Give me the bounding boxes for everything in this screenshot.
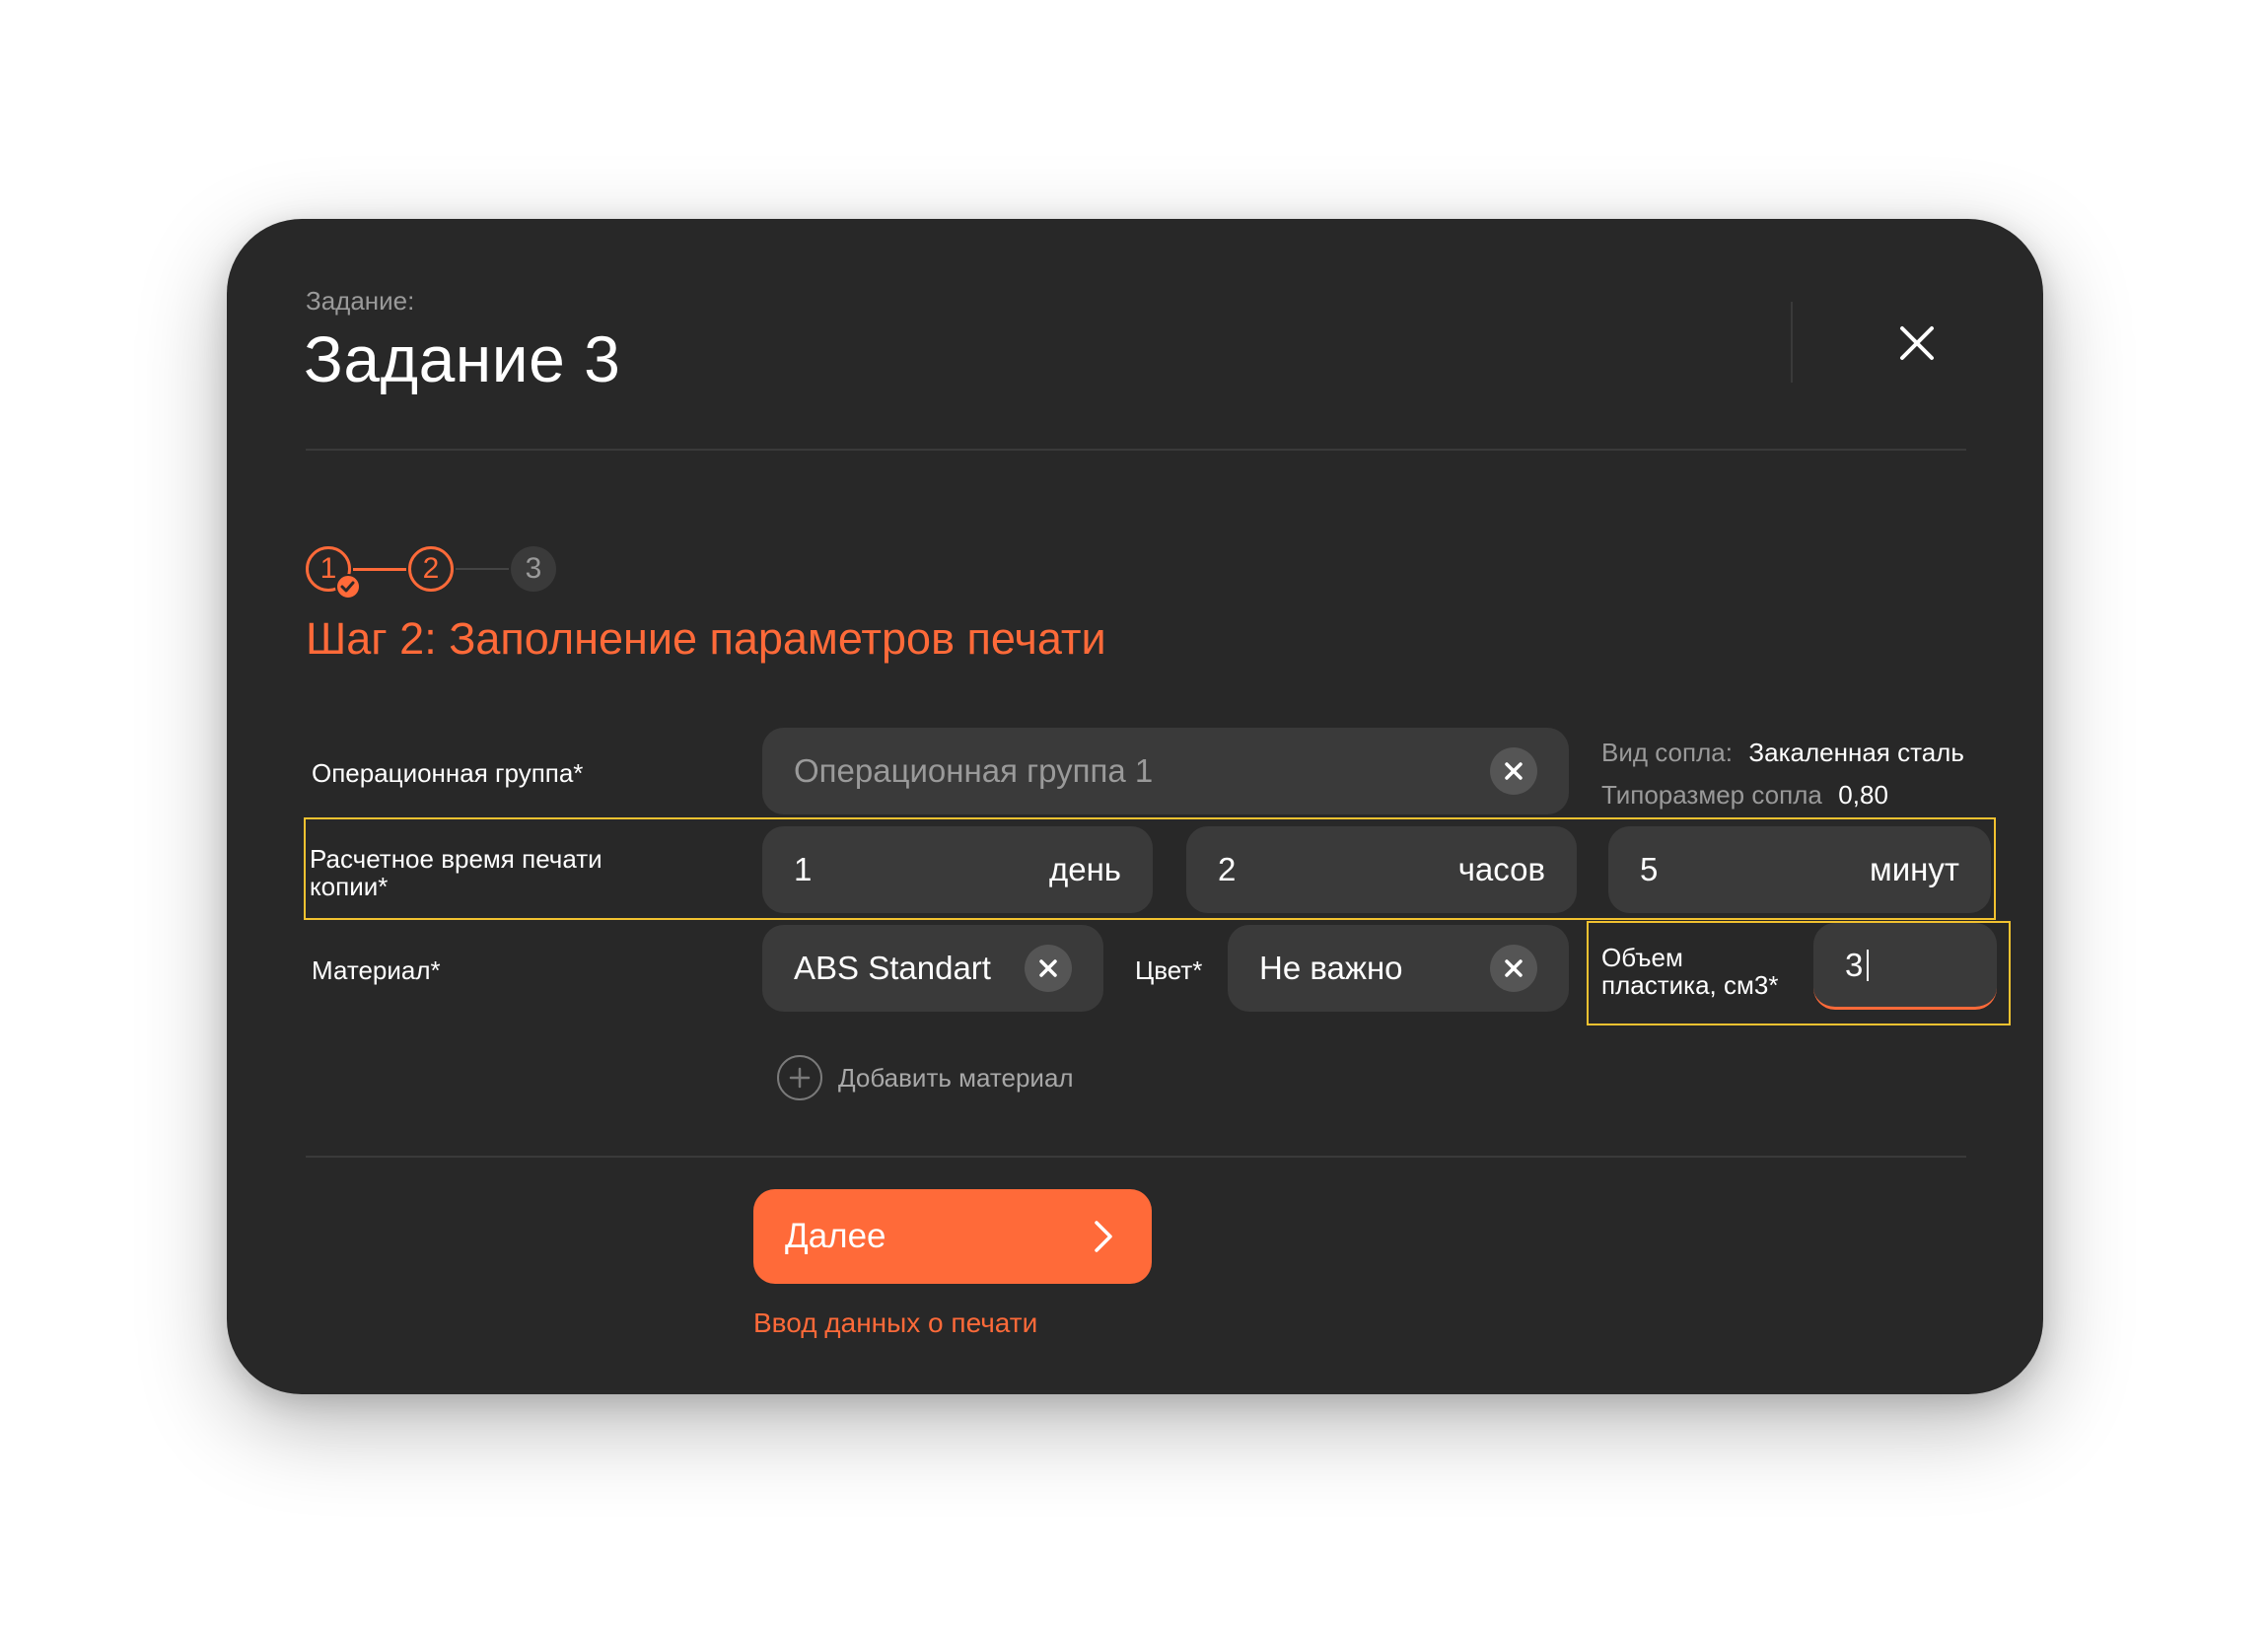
color-value: Не важно <box>1259 950 1403 986</box>
step-3-indicator[interactable]: 3 <box>511 546 556 592</box>
print-time-label: Расчетное время печати копии* <box>310 845 602 900</box>
nozzle-size-key: Типоразмер сопла <box>1601 780 1822 810</box>
color-select[interactable]: Не важно <box>1228 925 1569 1012</box>
chevron-right-icon <box>1095 1221 1112 1252</box>
print-minutes-unit: минут <box>1870 851 1959 887</box>
task-title: Задание 3 <box>304 322 621 395</box>
print-days-value: 1 <box>794 851 813 887</box>
material-select[interactable]: ABS Standart <box>762 925 1103 1012</box>
clear-icon <box>1505 762 1523 780</box>
add-material-label: Добавить материал <box>838 1062 1074 1093</box>
op-group-label: Операционная группа* <box>312 758 584 788</box>
print-days-unit: день <box>1048 851 1121 887</box>
volume-input[interactable]: 3 <box>1813 923 1997 1010</box>
add-material-button[interactable]: Добавить материал <box>777 1055 1074 1100</box>
nozzle-size-value: 0,80 <box>1838 780 1888 810</box>
print-hours-input[interactable]: 2 часов <box>1186 826 1577 913</box>
nozzle-type-key: Вид сопла: <box>1601 738 1733 767</box>
step-connector-1 <box>353 568 406 571</box>
clear-icon <box>1039 959 1057 977</box>
footer-divider <box>306 1156 1966 1158</box>
op-group-select[interactable]: Операционная группа 1 <box>762 728 1569 814</box>
volume-value: 3 <box>1845 946 1864 983</box>
volume-label: Объем пластика, см3* <box>1601 944 1778 999</box>
print-minutes-input[interactable]: 5 минут <box>1608 826 1991 913</box>
print-minutes-value: 5 <box>1640 851 1659 887</box>
step-heading: Шаг 2: Заполнение параметров печати <box>306 613 1106 664</box>
next-button[interactable]: Далее <box>753 1189 1152 1284</box>
print-data-entry-link[interactable]: Ввод данных о печати <box>753 1307 1037 1339</box>
material-value: ABS Standart <box>794 950 991 986</box>
header-divider <box>1791 302 1793 383</box>
material-label: Материал* <box>312 955 441 985</box>
nozzle-type-value: Закаленная сталь <box>1748 738 1964 767</box>
task-label: Задание: <box>306 286 415 316</box>
volume-label-line1: Объем <box>1601 943 1683 972</box>
plus-icon <box>777 1055 822 1100</box>
nozzle-size-info: Типоразмер сопла 0,80 <box>1601 780 1888 811</box>
material-clear-button[interactable] <box>1025 945 1072 992</box>
step-connector-2 <box>456 568 509 570</box>
volume-label-line2: пластика, см3* <box>1601 970 1779 1000</box>
check-icon <box>335 574 361 600</box>
close-button[interactable] <box>1889 316 1945 371</box>
close-icon <box>1900 326 1934 360</box>
color-label: Цвет* <box>1135 955 1203 985</box>
print-days-input[interactable]: 1 день <box>762 826 1153 913</box>
next-button-label: Далее <box>785 1217 886 1255</box>
print-hours-unit: часов <box>1457 851 1545 887</box>
print-hours-value: 2 <box>1218 851 1237 887</box>
text-cursor <box>1867 949 1870 981</box>
header-bottom-divider <box>306 449 1966 451</box>
op-group-placeholder: Операционная группа 1 <box>794 752 1154 789</box>
print-time-label-line2: копии* <box>310 872 389 901</box>
op-group-clear-button[interactable] <box>1490 747 1537 795</box>
nozzle-type-info: Вид сопла: Закаленная сталь <box>1601 738 1964 768</box>
clear-icon <box>1505 959 1523 977</box>
step-2-indicator[interactable]: 2 <box>408 546 454 592</box>
print-time-label-line1: Расчетное время печати <box>310 844 602 874</box>
color-clear-button[interactable] <box>1490 945 1537 992</box>
